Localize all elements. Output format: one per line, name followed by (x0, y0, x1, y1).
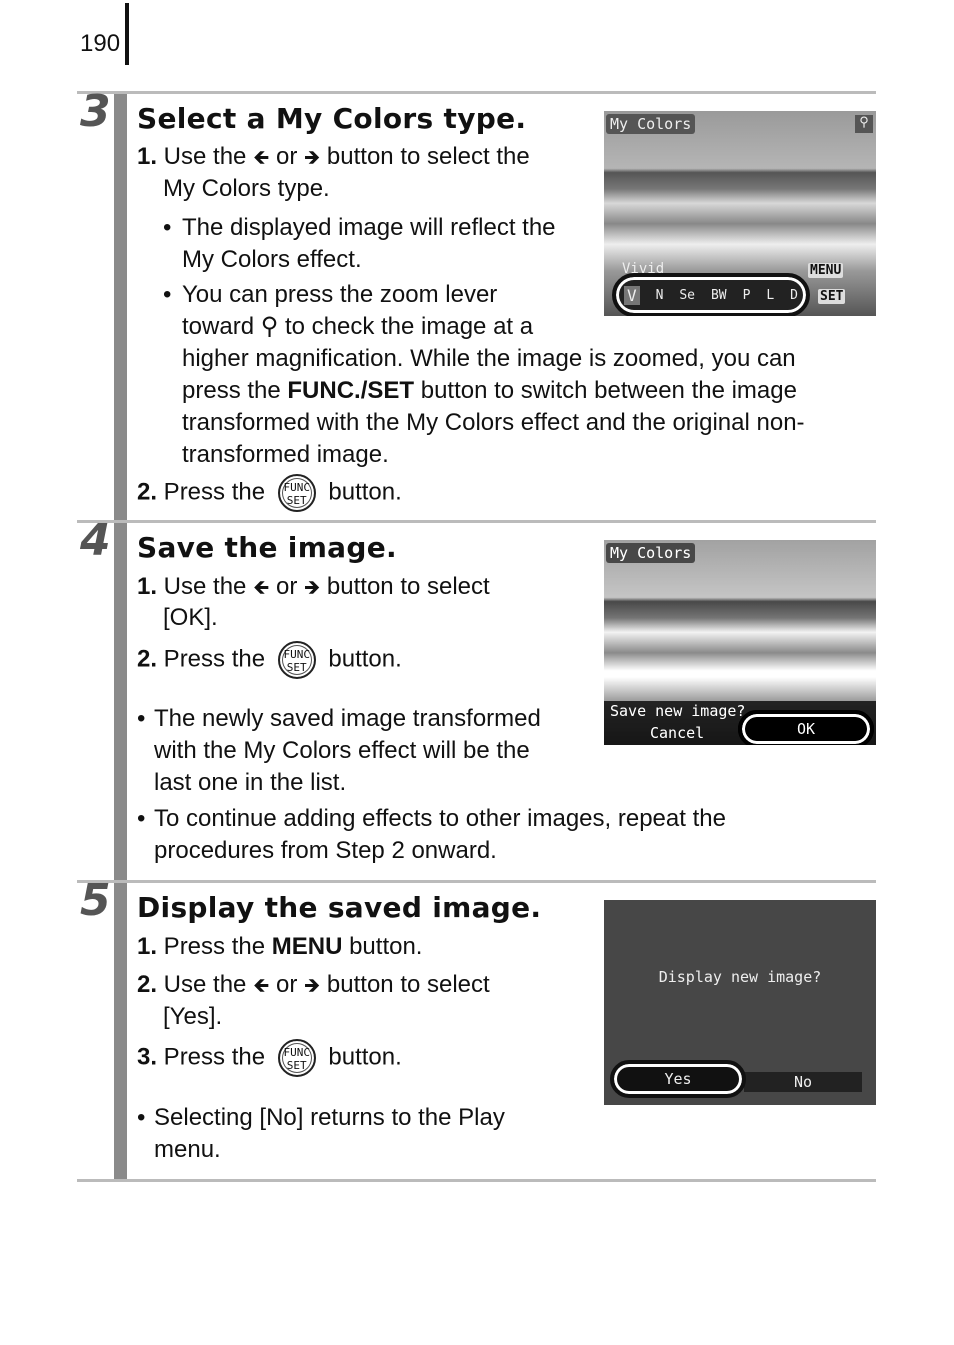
bullet-line: higher magnification. While the image is… (182, 345, 796, 372)
bullet-line: procedures from Step 2 onward. (154, 837, 497, 864)
camera-screen-display: Display new image? No Yes (604, 900, 876, 1105)
step-bar (114, 94, 127, 520)
color-type-selector: V N Se BW P L D (612, 273, 810, 316)
ok-option[interactable]: OK (738, 710, 874, 745)
instruction-line: 2. Press the FUNC SET button. (137, 474, 402, 512)
page-number: 190 (80, 30, 121, 57)
bullet-line: transformed with the My Colors effect an… (182, 409, 805, 436)
no-option[interactable]: No (744, 1072, 862, 1092)
cancel-option[interactable]: Cancel (650, 724, 704, 742)
bullet-line: The newly saved image transformed (154, 705, 541, 732)
divider (77, 91, 876, 94)
func-set-button-icon: FUNC SET (277, 641, 316, 679)
func-set-button-icon: FUNC SET (277, 1039, 316, 1077)
bullet-marker: • (163, 281, 172, 308)
instruction-line: 3. Press the FUNC SET button. (137, 1039, 402, 1077)
instruction-line: [Yes]. (163, 1003, 223, 1030)
step-title: Display the saved image. (137, 891, 542, 924)
bullet-line: My Colors effect. (182, 246, 362, 273)
divider (77, 1179, 876, 1182)
bullet-line: The displayed image will reflect the (182, 214, 556, 241)
bullet-line: You can press the zoom lever (182, 281, 498, 308)
yes-option[interactable]: Yes (610, 1060, 746, 1098)
instruction-line: My Colors type. (163, 175, 330, 202)
instruction-line: 2. Press the FUNC SET button. (137, 641, 402, 679)
manual-page: 190 3 Select a My Colors type. 1. Use th… (0, 0, 954, 1345)
instruction-line: 1. Press the MENU button. (137, 933, 423, 960)
left-arrow-icon: 🡸 (253, 147, 270, 169)
left-arrow-icon: 🡸 (253, 577, 270, 599)
bullet-marker: • (137, 705, 146, 732)
save-prompt: Save new image? (610, 702, 746, 720)
camera-screen-my-colors: My Colors ⚲ Vivid MENU SET V N Se BW P L D (604, 111, 876, 316)
bullet-line: press the FUNC./SET button to switch bet… (182, 377, 797, 404)
bullet-line: To continue adding effects to other imag… (154, 805, 726, 832)
step-title: Save the image. (137, 531, 397, 564)
step-bar (114, 883, 127, 1179)
bullet-line: last one in the list. (154, 769, 347, 796)
right-arrow-icon: 🡺 (304, 577, 321, 599)
bullet-line: transformed image. (182, 441, 389, 468)
bullet-line: menu. (154, 1136, 221, 1163)
bullet-line: toward ⚲ to check the image at a (182, 313, 534, 340)
menu-badge: MENU (808, 263, 844, 278)
bullet-line: Selecting [No] returns to the Play (154, 1104, 505, 1131)
right-arrow-icon: 🡺 (304, 147, 321, 169)
bullet-marker: • (137, 805, 146, 832)
screen-title: My Colors (606, 114, 696, 134)
magnifier-icon: ⚲ (260, 313, 279, 340)
instruction-line: 1. Use the 🡸 or 🡺 button to select the (137, 143, 530, 170)
page-number-bar (125, 3, 129, 65)
bullet-marker: • (137, 1104, 146, 1131)
step-number: 3 (80, 86, 111, 137)
magnifier-icon: ⚲ (855, 115, 873, 133)
display-prompt: Display new image? (658, 968, 822, 986)
right-arrow-icon: 🡺 (304, 975, 321, 997)
step-number: 5 (80, 875, 111, 926)
divider (77, 520, 876, 523)
step-number: 4 (80, 515, 111, 566)
screen-title: My Colors (606, 543, 696, 563)
instruction-line: [OK]. (163, 604, 218, 631)
bullet-marker: • (163, 214, 172, 241)
instruction-line: 2. Use the 🡸 or 🡺 button to select (137, 971, 490, 998)
left-arrow-icon: 🡸 (253, 975, 270, 997)
step-bar (114, 523, 127, 880)
func-set-button-icon: FUNC SET (277, 474, 316, 512)
step-title: Select a My Colors type. (137, 102, 527, 135)
set-badge: SET (818, 289, 846, 304)
bullet-line: with the My Colors effect will be the (154, 737, 530, 764)
instruction-line: 1. Use the 🡸 or 🡺 button to select (137, 573, 490, 600)
divider (77, 880, 876, 883)
camera-screen-save: My Colors Save new image? Cancel OK (604, 540, 876, 745)
